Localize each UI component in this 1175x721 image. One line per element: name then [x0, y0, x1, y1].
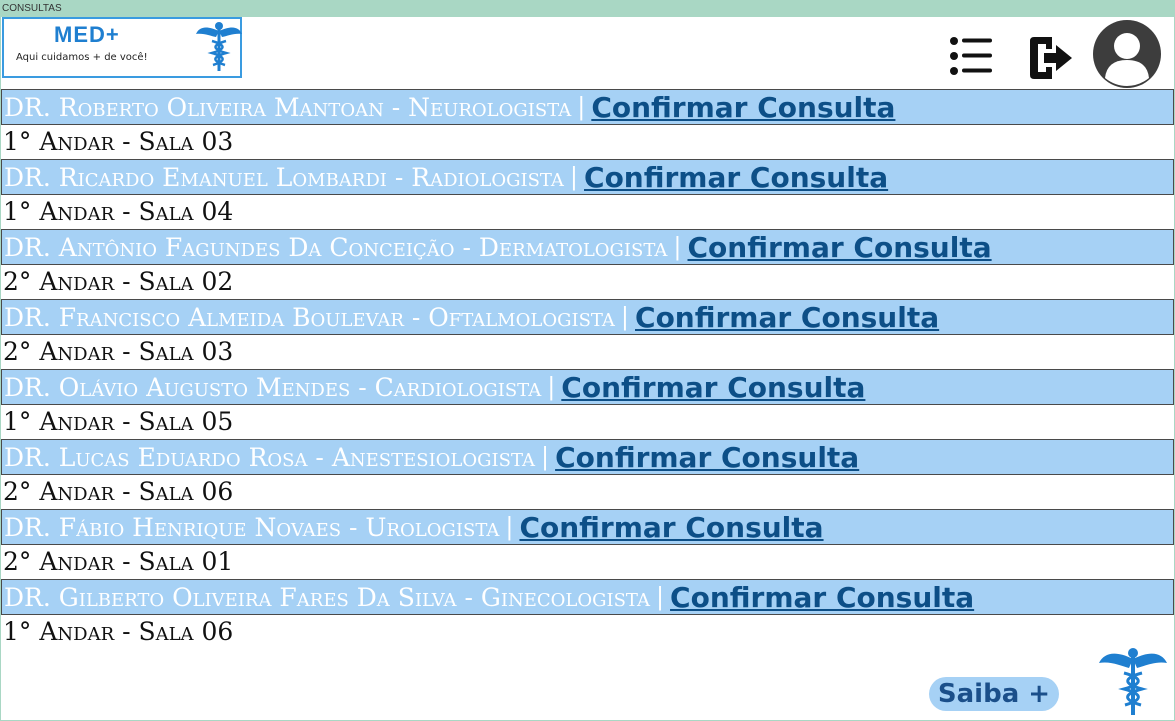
logout-button[interactable] — [1026, 35, 1074, 81]
separator: | — [620, 303, 630, 331]
doctor-entry: DR. Lucas Eduardo Rosa - Anestesiologist… — [1, 439, 1174, 509]
doctor-bar: DR. Fábio Henrique Novaes - Urologista |… — [1, 509, 1174, 545]
doctor-name: DR. Ricardo Emanuel Lombardi - Radiologi… — [4, 162, 564, 192]
doctor-bar: DR. Antônio Fagundes Da Conceição - Derm… — [1, 229, 1174, 265]
doctor-name: DR. Francisco Almeida Boulevar - Oftalmo… — [4, 302, 615, 332]
user-avatar[interactable] — [1093, 20, 1161, 88]
doctor-room: 2° Andar - Sala 03 — [3, 337, 234, 366]
doctor-entry: DR. Gilberto Oliveira Fares Da Silva - G… — [1, 579, 1174, 649]
doctor-list: DR. Roberto Oliveira Mantoan - Neurologi… — [1, 89, 1174, 649]
doctor-entry: DR. Ricardo Emanuel Lombardi - Radiologi… — [1, 159, 1174, 229]
doctor-name: DR. Olávio Augusto Mendes - Cardiologist… — [4, 372, 542, 402]
doctor-entry: DR. Fábio Henrique Novaes - Urologista |… — [1, 509, 1174, 579]
confirm-consultation-link[interactable]: Confirmar Consulta — [670, 581, 974, 614]
confirm-consultation-link[interactable]: Confirmar Consulta — [584, 161, 888, 194]
doctor-bar: DR. Gilberto Oliveira Fares Da Silva - G… — [1, 579, 1174, 615]
separator: | — [577, 93, 586, 121]
menu-button[interactable] — [948, 35, 996, 77]
logo-title: MED+ — [54, 22, 120, 47]
doctor-name: DR. Antônio Fagundes Da Conceição - Derm… — [4, 232, 668, 262]
header: MED+ Aqui cuidamos + de você! — [1, 17, 1174, 88]
doctor-name: DR. Fábio Henrique Novaes - Urologista — [4, 512, 500, 542]
doctor-name: DR. Gilberto Oliveira Fares Da Silva - G… — [4, 582, 650, 612]
doctor-room: 1° Andar - Sala 04 — [3, 197, 234, 226]
separator: | — [541, 443, 550, 471]
logout-icon — [1030, 37, 1072, 79]
user-avatar-icon — [1105, 33, 1149, 86]
app-frame: MED+ Aqui cuidamos + de você! DR. Robert… — [1, 17, 1174, 720]
caduceus-icon — [1099, 648, 1167, 715]
doctor-entry: DR. Francisco Almeida Boulevar - Oftalmo… — [1, 299, 1174, 369]
confirm-consultation-link[interactable]: Confirmar Consulta — [591, 91, 895, 124]
menu-list-icon — [950, 37, 992, 75]
separator: | — [547, 373, 556, 401]
confirm-consultation-link[interactable]: Confirmar Consulta — [688, 231, 992, 264]
doctor-entry: DR. Roberto Oliveira Mantoan - Neurologi… — [1, 89, 1174, 159]
doctor-bar: DR. Olávio Augusto Mendes - Cardiologist… — [1, 369, 1174, 405]
saiba-mais-button[interactable]: Saiba + — [929, 677, 1059, 711]
doctor-name: DR. Roberto Oliveira Mantoan - Neurologi… — [4, 92, 572, 122]
doctor-entry: DR. Antônio Fagundes Da Conceição - Derm… — [1, 229, 1174, 299]
doctor-room: 2° Andar - Sala 01 — [3, 547, 234, 576]
confirm-consultation-link[interactable]: Confirmar Consulta — [519, 511, 823, 544]
doctor-room: 2° Andar - Sala 06 — [3, 477, 234, 506]
doctor-bar: DR. Lucas Eduardo Rosa - Anestesiologist… — [1, 439, 1174, 475]
separator: | — [673, 233, 682, 261]
separator: | — [655, 583, 665, 611]
doctor-bar: DR. Francisco Almeida Boulevar - Oftalmo… — [1, 299, 1174, 335]
separator: | — [569, 163, 579, 191]
confirm-consultation-link[interactable]: Confirmar Consulta — [555, 441, 859, 474]
logo[interactable]: MED+ Aqui cuidamos + de você! — [2, 17, 242, 78]
doctor-room: 1° Andar - Sala 03 — [3, 127, 234, 156]
confirm-consultation-link[interactable]: Confirmar Consulta — [635, 301, 939, 334]
doctor-name: DR. Lucas Eduardo Rosa - Anestesiologist… — [4, 442, 535, 472]
doctor-room: 1° Andar - Sala 06 — [3, 617, 234, 646]
separator: | — [505, 513, 514, 541]
logo-subtitle: Aqui cuidamos + de você! — [16, 52, 148, 63]
doctor-entry: DR. Olávio Augusto Mendes - Cardiologist… — [1, 369, 1174, 439]
caduceus-icon — [196, 22, 242, 71]
doctor-room: 2° Andar - Sala 02 — [3, 267, 234, 296]
window-tab-title: CONSULTAS — [2, 3, 62, 14]
doctor-bar: DR. Ricardo Emanuel Lombardi - Radiologi… — [1, 159, 1174, 195]
doctor-bar: DR. Roberto Oliveira Mantoan - Neurologi… — [1, 89, 1174, 125]
doctor-room: 1° Andar - Sala 05 — [3, 407, 234, 436]
confirm-consultation-link[interactable]: Confirmar Consulta — [561, 371, 865, 404]
